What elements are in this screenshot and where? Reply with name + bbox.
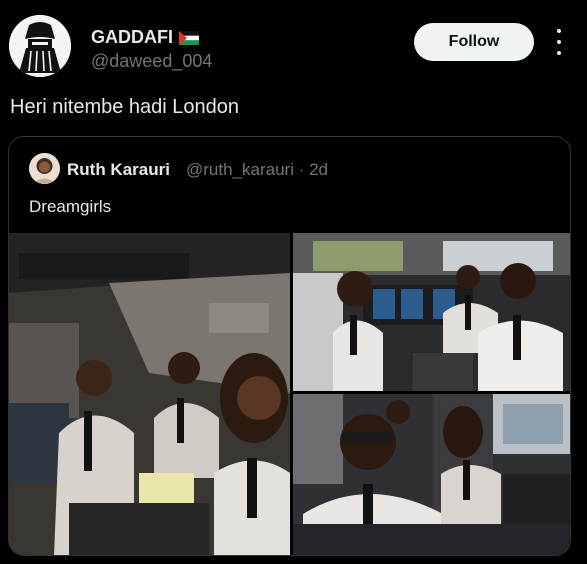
media-photo-1[interactable] <box>9 233 290 555</box>
quoted-tweet-card[interactable]: Ruth Karauri @ruth_karauri · 2d Dreamgir… <box>8 136 571 556</box>
dot <box>557 40 561 44</box>
quoted-display-name[interactable]: Ruth Karauri <box>67 160 170 180</box>
cockpit-photo-icon <box>293 233 570 391</box>
follow-button[interactable]: Follow <box>414 23 534 61</box>
more-options-icon[interactable] <box>553 29 565 55</box>
display-name[interactable]: GADDAFI <box>91 27 199 48</box>
quoted-tweet-text: Dreamgirls <box>29 197 112 216</box>
media-photo-2[interactable] <box>293 233 570 391</box>
tweet-text: Heri nitembe hadi London <box>10 96 240 118</box>
display-name-text: GADDAFI <box>91 27 173 47</box>
palestine-flag-icon <box>179 30 199 45</box>
quoted-avatar[interactable] <box>29 153 60 184</box>
quoted-handle-time[interactable]: @ruth_karauri · 2d <box>186 160 328 180</box>
person-avatar-icon <box>29 153 60 184</box>
cockpit-photo-icon <box>9 233 290 555</box>
dot <box>557 29 561 33</box>
desert-rider-avatar-icon <box>9 15 71 77</box>
user-handle[interactable]: @daweed_004 <box>91 51 212 72</box>
avatar[interactable] <box>9 15 71 77</box>
dot <box>557 51 561 55</box>
media-photo-3[interactable] <box>293 394 570 555</box>
cockpit-photo-icon <box>293 394 570 555</box>
